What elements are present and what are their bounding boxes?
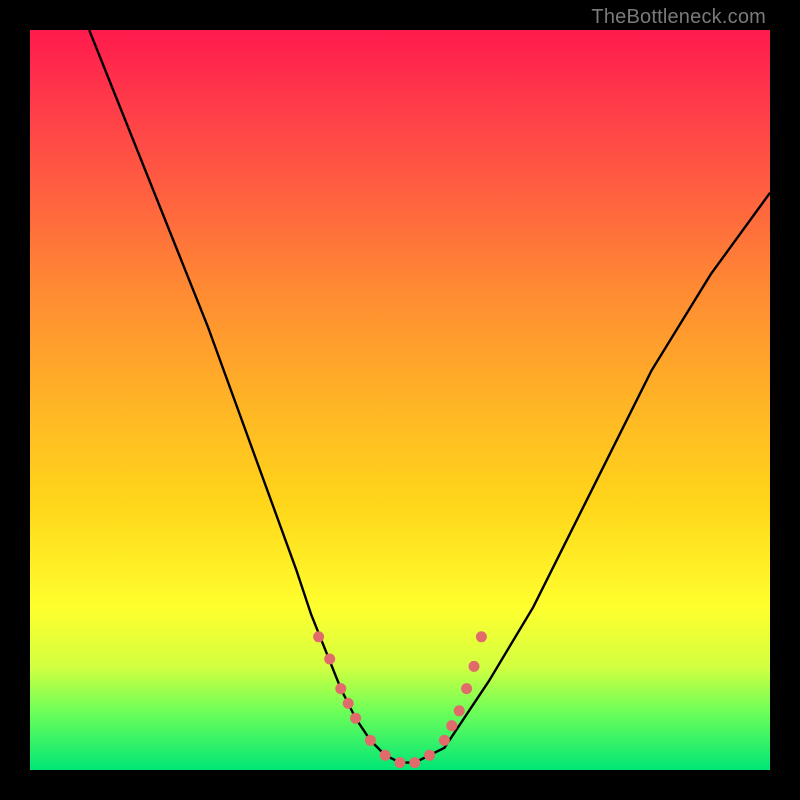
- curve-marker: [324, 654, 335, 665]
- watermark-text: TheBottleneck.com: [591, 6, 766, 29]
- chart-frame: TheBottleneck.com: [0, 0, 800, 800]
- curve-marker: [395, 757, 406, 768]
- curve-marker: [461, 683, 472, 694]
- curve-marker: [409, 757, 420, 768]
- curve-marker: [476, 631, 487, 642]
- curve-marker: [424, 750, 435, 761]
- curve-marker: [439, 735, 450, 746]
- curve-marker: [350, 713, 361, 724]
- bottleneck-curve: [89, 30, 770, 763]
- plot-area: [30, 30, 770, 770]
- curve-marker: [335, 683, 346, 694]
- marker-group: [313, 631, 487, 768]
- curve-marker: [343, 698, 354, 709]
- curve-marker: [469, 661, 480, 672]
- curve-marker: [446, 720, 457, 731]
- curve-marker: [313, 631, 324, 642]
- curve-marker: [454, 705, 465, 716]
- curve-marker: [365, 735, 376, 746]
- curve-svg: [30, 30, 770, 770]
- curve-marker: [380, 750, 391, 761]
